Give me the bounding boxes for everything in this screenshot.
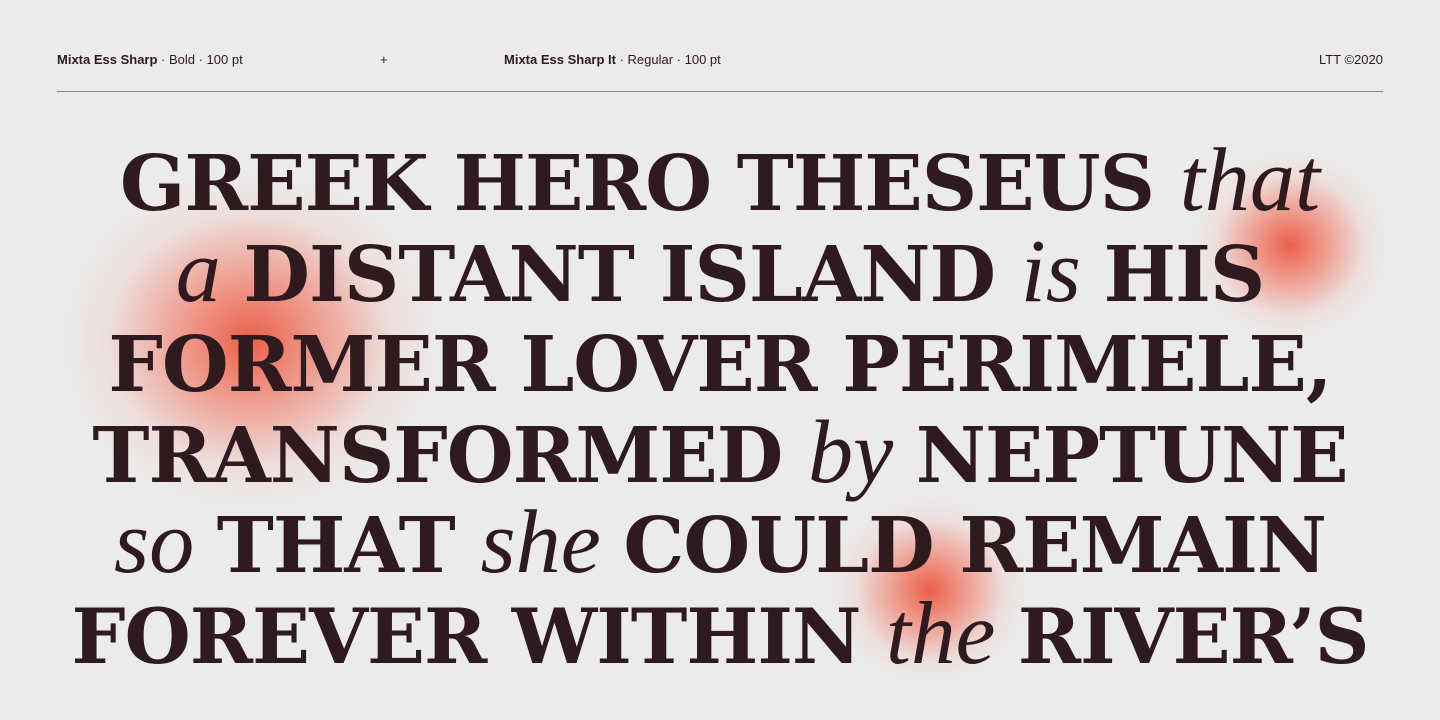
plus-sign: + [380, 52, 388, 67]
italic-word: the [885, 583, 1018, 683]
specimen-text: GREEK HERO THESEUS that a DISTANT ISLAND … [0, 135, 1440, 681]
copyright: LTT ©2020 [1318, 52, 1383, 67]
italic-word: by [807, 401, 916, 502]
italic-word: she [480, 492, 624, 592]
bold-words: FORMER LOVER PERIMELE, [108, 320, 1332, 410]
italic-word: so [113, 492, 217, 592]
font2-name: Mixta Ess Sharp It [504, 52, 616, 67]
bold-words: DISTANT ISLAND [243, 229, 1021, 320]
font2-specs: · Regular · 100 pt [615, 52, 721, 67]
bold-words: RIVER’S [1017, 591, 1370, 681]
bold-words: GREEK HERO THESEUS [119, 139, 1180, 229]
italic-word: that [1179, 130, 1321, 230]
bold-words: THAT [216, 501, 481, 591]
font2-label: Mixta Ess Sharp It · Regular · 100 pt [504, 52, 721, 67]
bold-words: FOREVER WITHIN [71, 591, 886, 681]
bold-words: TRANSFORMED [92, 410, 808, 501]
bold-words: HIS [1103, 229, 1266, 320]
header-divider [57, 91, 1383, 92]
specimen-line: FOREVER WITHIN the RIVER’S [0, 588, 1440, 681]
font1-name: Mixta Ess Sharp [57, 52, 158, 67]
bold-words: NEPTUNE [915, 410, 1349, 501]
font1-label: Mixta Ess Sharp · Bold · 100 pt [57, 52, 243, 67]
italic-word: a [175, 220, 244, 321]
specimen-line: a DISTANT ISLAND is HIS [0, 225, 1440, 320]
italic-word: is [1020, 220, 1104, 321]
specimen-line: so THAT she COULD REMAIN [0, 497, 1440, 591]
specimen-line: TRANSFORMED by NEPTUNE [0, 406, 1440, 501]
specimen-line: GREEK HERO THESEUS that [0, 135, 1440, 229]
specimen-line: FORMER LOVER PERIMELE, [0, 316, 1440, 410]
bold-words: COULD REMAIN [623, 501, 1327, 591]
font1-specs: · Bold · 100 pt [157, 52, 243, 67]
